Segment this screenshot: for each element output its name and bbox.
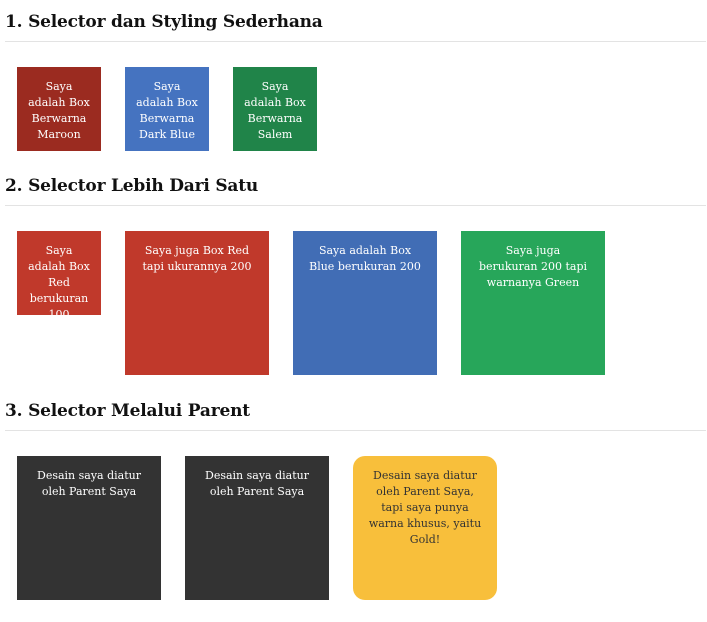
box-red-200: Saya juga Box Red tapi ukurannya 200 <box>125 231 269 375</box>
section-title-3: 3. Selector Melalui Parent <box>5 401 250 421</box>
box-text: Desain saya diatur oleh Parent Saya, tap… <box>368 469 482 546</box>
box-parent-dark-2: Desain saya diatur oleh Parent Saya <box>185 456 329 600</box>
box-text: Saya adalah Box Berwarna Dark Blue <box>136 80 198 141</box>
box-maroon: Saya adalah Box Berwarna Maroon <box>17 67 101 151</box>
box-text: Saya adalah Box Berwarna Maroon <box>28 80 90 141</box>
box-red-100: Saya adalah Box Red berukuran 100 <box>17 231 101 315</box>
box-text: Saya juga Box Red tapi ukurannya 200 <box>142 244 252 273</box>
box-parent-gold: Desain saya diatur oleh Parent Saya, tap… <box>353 456 497 600</box>
box-dark-blue: Saya adalah Box Berwarna Dark Blue <box>125 67 209 151</box>
box-text: Saya juga berukuran 200 tapi warnanya Gr… <box>478 244 588 289</box>
section-divider-2 <box>5 205 706 206</box>
section-title-2: 2. Selector Lebih Dari Satu <box>5 176 259 196</box>
section-title-1: 1. Selector dan Styling Sederhana <box>5 12 323 32</box>
box-text: Saya adalah Box Blue berukuran 200 <box>309 244 421 273</box>
box-parent-dark-1: Desain saya diatur oleh Parent Saya <box>17 456 161 600</box>
box-text: Saya adalah Box Red berukuran 100 <box>28 244 90 315</box>
section-divider-3 <box>5 430 706 431</box>
box-salem: Saya adalah Box Berwarna Salem <box>233 67 317 151</box>
box-blue-200: Saya adalah Box Blue berukuran 200 <box>293 231 437 375</box>
box-text: Desain saya diatur oleh Parent Saya <box>37 469 141 498</box>
box-text: Saya adalah Box Berwarna Salem <box>244 80 306 141</box>
section-divider-1 <box>5 41 706 42</box>
box-green-200: Saya juga berukuran 200 tapi warnanya Gr… <box>461 231 605 375</box>
box-text: Desain saya diatur oleh Parent Saya <box>205 469 309 498</box>
